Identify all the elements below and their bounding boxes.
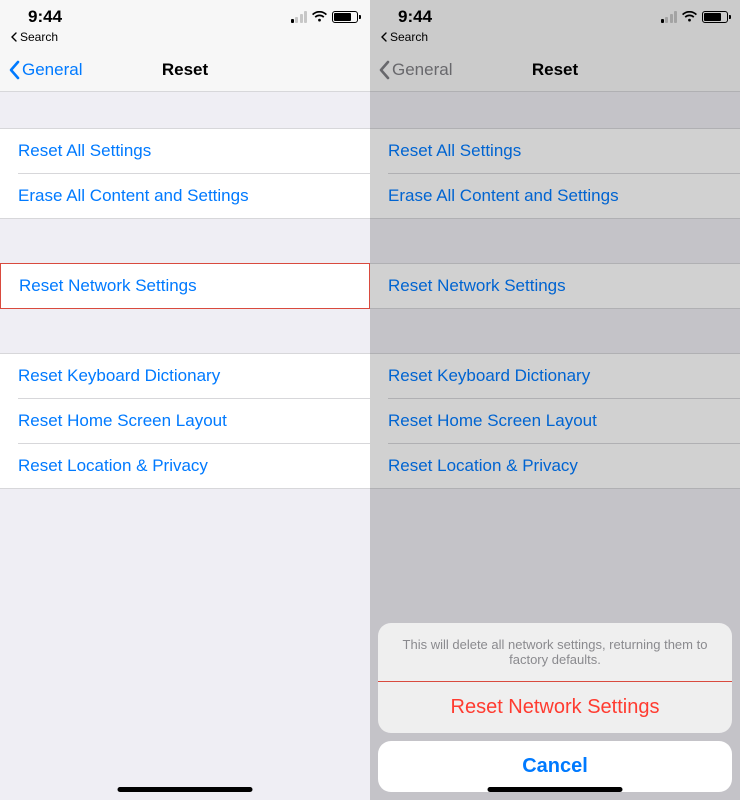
nav-back-label: General (392, 60, 452, 80)
status-bar: 9:44 (0, 0, 370, 30)
row-reset-network[interactable]: Reset Network Settings (1, 264, 369, 308)
group-2: Reset Network Settings (370, 263, 740, 309)
row-reset-home[interactable]: Reset Home Screen Layout (370, 399, 740, 443)
row-reset-all[interactable]: Reset All Settings (0, 129, 370, 173)
nav-back-button[interactable]: General (378, 60, 452, 80)
nav-back-button[interactable]: General (8, 60, 82, 80)
group-1: Reset All Settings Erase All Content and… (0, 128, 370, 219)
battery-icon (332, 11, 358, 23)
group-3: Reset Keyboard Dictionary Reset Home Scr… (370, 353, 740, 489)
row-reset-location[interactable]: Reset Location & Privacy (370, 444, 740, 488)
status-time: 9:44 (28, 7, 62, 27)
row-reset-keyboard[interactable]: Reset Keyboard Dictionary (0, 354, 370, 398)
phone-right: 9:44 Search General Reset Reset All Sett… (370, 0, 740, 800)
breadcrumb-label: Search (20, 30, 58, 44)
row-erase-all[interactable]: Erase All Content and Settings (370, 174, 740, 218)
status-bar: 9:44 (370, 0, 740, 30)
nav-back-label: General (22, 60, 82, 80)
row-erase-all[interactable]: Erase All Content and Settings (0, 174, 370, 218)
breadcrumb-label: Search (390, 30, 428, 44)
row-reset-all[interactable]: Reset All Settings (370, 129, 740, 173)
row-reset-home[interactable]: Reset Home Screen Layout (0, 399, 370, 443)
sheet-action-reset-network[interactable]: Reset Network Settings (378, 682, 732, 733)
home-indicator (488, 787, 623, 792)
wifi-icon (681, 11, 698, 23)
row-reset-keyboard[interactable]: Reset Keyboard Dictionary (370, 354, 740, 398)
breadcrumb-back[interactable]: Search (370, 30, 740, 48)
status-time: 9:44 (398, 7, 432, 27)
group-1: Reset All Settings Erase All Content and… (370, 128, 740, 219)
nav-bar: General Reset (370, 48, 740, 92)
battery-icon (702, 11, 728, 23)
home-indicator (118, 787, 253, 792)
phone-left: 9:44 Search General Reset Reset All Sett… (0, 0, 370, 800)
cellular-icon (661, 11, 678, 23)
group-3: Reset Keyboard Dictionary Reset Home Scr… (0, 353, 370, 489)
cellular-icon (291, 11, 308, 23)
wifi-icon (311, 11, 328, 23)
group-2-highlighted: Reset Network Settings (0, 263, 370, 309)
action-sheet: This will delete all network settings, r… (370, 623, 740, 800)
nav-bar: General Reset (0, 48, 370, 92)
breadcrumb-back[interactable]: Search (0, 30, 370, 48)
sheet-message: This will delete all network settings, r… (378, 623, 732, 682)
row-reset-network[interactable]: Reset Network Settings (370, 264, 740, 308)
row-reset-location[interactable]: Reset Location & Privacy (0, 444, 370, 488)
sheet-cancel-button[interactable]: Cancel (378, 741, 732, 792)
